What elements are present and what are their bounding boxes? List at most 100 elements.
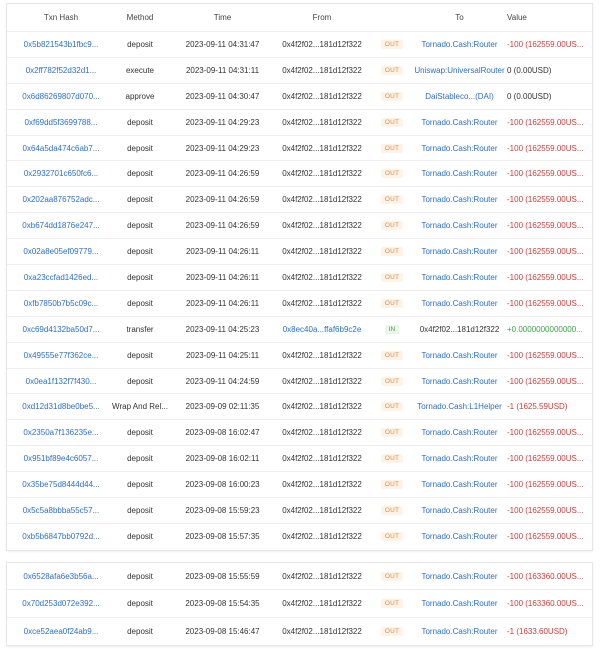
time-cell: 2023-09-08 16:02:47 — [185, 428, 260, 438]
from-address[interactable]: 0x4f2f02...181d12f322 — [270, 291, 374, 316]
txn-hash-link[interactable]: 0x2ff782f52d32d1... — [17, 58, 105, 83]
time-cell: 2023-09-11 04:26:59 — [185, 221, 260, 231]
from-address[interactable]: 0x4f2f02...181d12f322 — [270, 161, 374, 186]
to-address[interactable]: Tornado.Cash:Router — [412, 291, 507, 316]
direction-badge: IN — [384, 324, 400, 334]
table-row: 0xc69d4132ba50d7... transfer 2023-09-11 04… — [7, 317, 592, 343]
txn-hash-link[interactable]: 0x6528afa6e3b56a... — [17, 563, 105, 589]
direction-cell: OUT — [372, 187, 412, 212]
direction-cell: OUT — [372, 524, 412, 550]
txn-hash-link[interactable]: 0xa23ccfad1426ed... — [17, 265, 105, 290]
to-address[interactable]: Tornado.Cash:Router — [412, 369, 507, 394]
to-address[interactable]: Uniswap:UniversalRouter — [412, 58, 507, 83]
direction-badge: OUT — [380, 428, 404, 438]
to-address[interactable]: Tornado.Cash:Router — [412, 265, 507, 290]
txn-hash-link[interactable]: 0xb5b6847bb0792d... — [17, 524, 105, 550]
direction-badge: OUT — [380, 350, 404, 360]
from-address[interactable]: 0x4f2f02...181d12f322 — [270, 32, 374, 57]
time-cell: 2023-09-08 15:54:35 — [185, 598, 260, 608]
txn-hash-link[interactable]: 0x64a5da474c6ab7... — [17, 136, 105, 161]
direction-badge: OUT — [380, 532, 404, 542]
txn-hash-link[interactable]: 0x951bf89e4c6057... — [17, 446, 105, 471]
txn-hash-link[interactable]: 0x49555e77f362ce... — [17, 343, 105, 368]
to-address[interactable]: Tornado.Cash:L1Helper — [412, 394, 507, 419]
from-address[interactable]: 0x4f2f02...181d12f322 — [270, 84, 374, 109]
txn-hash-link[interactable]: 0x2350a7f136235e... — [17, 420, 105, 445]
to-address[interactable]: Tornado.Cash:Router — [412, 343, 507, 368]
value-cell: 0 (0.00USD) — [507, 91, 552, 101]
from-address[interactable]: 0x4f2f02...181d12f322 — [270, 618, 374, 645]
value-cell: -1 (1625.59USD) — [507, 402, 568, 412]
to-address[interactable]: Tornado.Cash:Router — [412, 239, 507, 264]
direction-badge: OUT — [380, 376, 404, 386]
direction-cell: OUT — [372, 291, 412, 316]
txn-hash-link[interactable]: 0xce52aea0f24ab9... — [17, 618, 105, 645]
txn-hash-link[interactable]: 0x35be75d8444d44... — [17, 472, 105, 497]
to-address[interactable]: Tornado.Cash:Router — [412, 32, 507, 57]
from-address[interactable]: 0x8ec40a...ffaf6b9c2e — [270, 317, 374, 342]
from-address[interactable]: 0x4f2f02...181d12f322 — [270, 563, 374, 589]
from-address[interactable]: 0x4f2f02...181d12f322 — [270, 213, 374, 238]
header-from: From — [312, 13, 332, 22]
to-address[interactable]: 0x4f2f02...181d12f322 — [412, 317, 507, 342]
txn-hash-link[interactable]: 0x6d86269807d070... — [17, 84, 105, 109]
txn-hash-link[interactable]: 0x0ea1f132f7f430... — [17, 369, 105, 394]
to-address[interactable]: Tornado.Cash:Router — [412, 524, 507, 550]
from-address[interactable]: 0x4f2f02...181d12f322 — [270, 343, 374, 368]
from-address[interactable]: 0x4f2f02...181d12f322 — [270, 524, 374, 550]
from-address[interactable]: 0x4f2f02...181d12f322 — [270, 239, 374, 264]
to-address[interactable]: Tornado.Cash:Router — [412, 187, 507, 212]
to-address[interactable]: DaiStableco...(DAI) — [412, 84, 507, 109]
to-address[interactable]: Tornado.Cash:Router — [412, 472, 507, 497]
from-address[interactable]: 0x4f2f02...181d12f322 — [270, 58, 374, 83]
table-row: 0x6d86269807d070... approve 2023-09-11 04:… — [7, 84, 592, 110]
to-address[interactable]: Tornado.Cash:Router — [412, 498, 507, 523]
time-cell: 2023-09-11 04:31:11 — [185, 65, 260, 75]
from-address[interactable]: 0x4f2f02...181d12f322 — [270, 498, 374, 523]
to-address[interactable]: Tornado.Cash:Router — [412, 420, 507, 445]
txn-hash-link[interactable]: 0x02a8e05ef09779... — [17, 239, 105, 264]
table-row: 0x2ff782f52d32d1... execute 2023-09-11 04:… — [7, 58, 592, 84]
to-address[interactable]: Tornado.Cash:Router — [412, 590, 507, 616]
method-cell: deposit — [127, 376, 153, 386]
header-to: To — [455, 13, 464, 22]
direction-cell: OUT — [372, 32, 412, 57]
to-address[interactable]: Tornado.Cash:Router — [412, 563, 507, 589]
direction-badge: OUT — [380, 169, 404, 179]
txn-hash-link[interactable]: 0x2932701c650fc6... — [17, 161, 105, 186]
direction-badge: OUT — [380, 65, 404, 75]
from-address[interactable]: 0x4f2f02...181d12f322 — [270, 420, 374, 445]
txn-hash-link[interactable]: 0x5c5a8bbba55c57... — [17, 498, 105, 523]
txn-hash-link[interactable]: 0x70d253d072e392... — [17, 590, 105, 616]
from-address[interactable]: 0x4f2f02...181d12f322 — [270, 265, 374, 290]
value-cell: -100 (162559.00US... — [507, 350, 584, 360]
txn-hash-link[interactable]: 0xd12d31d8be0be5... — [17, 394, 105, 419]
txn-hash-link[interactable]: 0x5b821543b1fbc9... — [17, 32, 105, 57]
time-cell: 2023-09-08 15:59:23 — [185, 505, 260, 515]
txn-hash-link[interactable]: 0xc69d4132ba50d7... — [17, 317, 105, 342]
direction-cell: OUT — [372, 84, 412, 109]
from-address[interactable]: 0x4f2f02...181d12f322 — [270, 369, 374, 394]
time-cell: 2023-09-11 04:26:11 — [185, 247, 260, 257]
method-cell: deposit — [127, 626, 153, 636]
time-cell: 2023-09-11 04:26:11 — [185, 298, 260, 308]
txn-hash-link[interactable]: 0x202aa876752adc... — [17, 187, 105, 212]
from-address[interactable]: 0x4f2f02...181d12f322 — [270, 187, 374, 212]
direction-badge: OUT — [380, 598, 404, 608]
from-address[interactable]: 0x4f2f02...181d12f322 — [270, 590, 374, 616]
to-address[interactable]: Tornado.Cash:Router — [412, 213, 507, 238]
to-address[interactable]: Tornado.Cash:Router — [412, 110, 507, 135]
txn-hash-link[interactable]: 0xb674dd1876e247... — [17, 213, 105, 238]
to-address[interactable]: Tornado.Cash:Router — [412, 161, 507, 186]
to-address[interactable]: Tornado.Cash:Router — [412, 446, 507, 471]
txn-hash-link[interactable]: 0xfb7850b7b5c09c... — [17, 291, 105, 316]
txn-hash-link[interactable]: 0xf69dd5f3699788... — [17, 110, 105, 135]
from-address[interactable]: 0x4f2f02...181d12f322 — [270, 394, 374, 419]
from-address[interactable]: 0x4f2f02...181d12f322 — [270, 110, 374, 135]
direction-cell: OUT — [372, 618, 412, 645]
to-address[interactable]: Tornado.Cash:Router — [412, 136, 507, 161]
from-address[interactable]: 0x4f2f02...181d12f322 — [270, 136, 374, 161]
to-address[interactable]: Tornado.Cash:Router — [412, 618, 507, 645]
from-address[interactable]: 0x4f2f02...181d12f322 — [270, 472, 374, 497]
from-address[interactable]: 0x4f2f02...181d12f322 — [270, 446, 374, 471]
